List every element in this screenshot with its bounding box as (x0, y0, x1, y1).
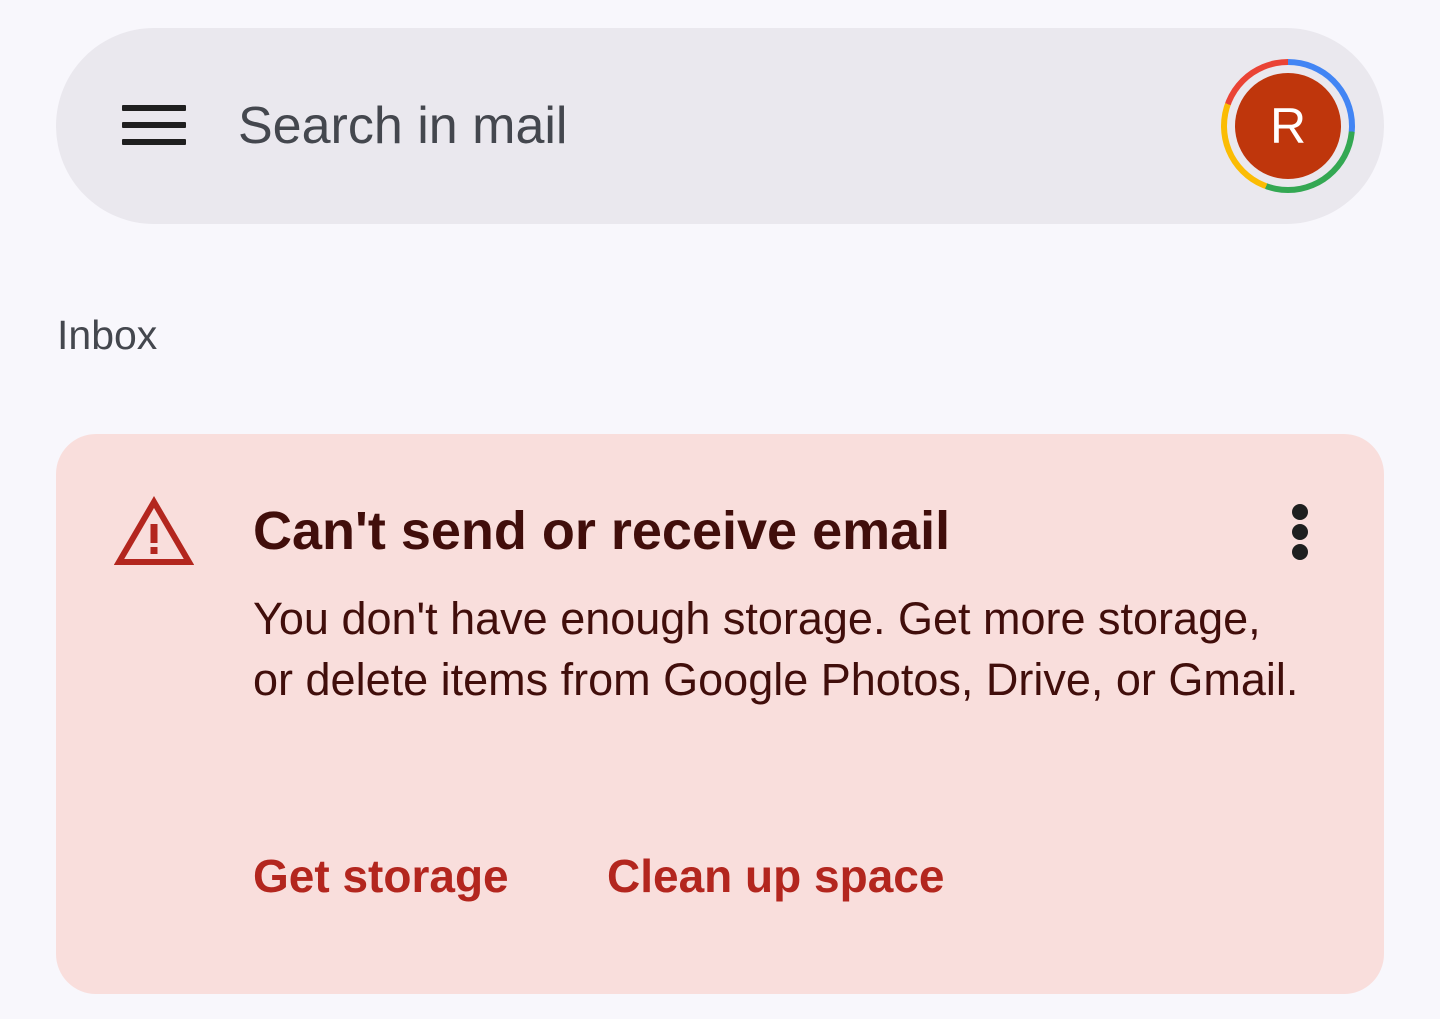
get-storage-button[interactable]: Get storage (253, 846, 509, 906)
more-options-button[interactable] (1270, 496, 1330, 568)
avatar: R (1235, 73, 1341, 179)
alert-title: Can't send or receive email (253, 501, 951, 561)
section-label-inbox: Inbox (57, 312, 158, 358)
clean-up-space-button[interactable]: Clean up space (607, 846, 944, 906)
hamburger-menu-icon (122, 105, 186, 111)
search-input[interactable] (238, 90, 1138, 162)
alert-message: You don't have enough storage. Get more … (253, 593, 1299, 705)
warning-triangle-icon (114, 496, 194, 565)
menu-button[interactable] (112, 94, 196, 158)
more-vert-icon (1292, 504, 1308, 520)
account-avatar-button[interactable]: R (1221, 59, 1355, 193)
